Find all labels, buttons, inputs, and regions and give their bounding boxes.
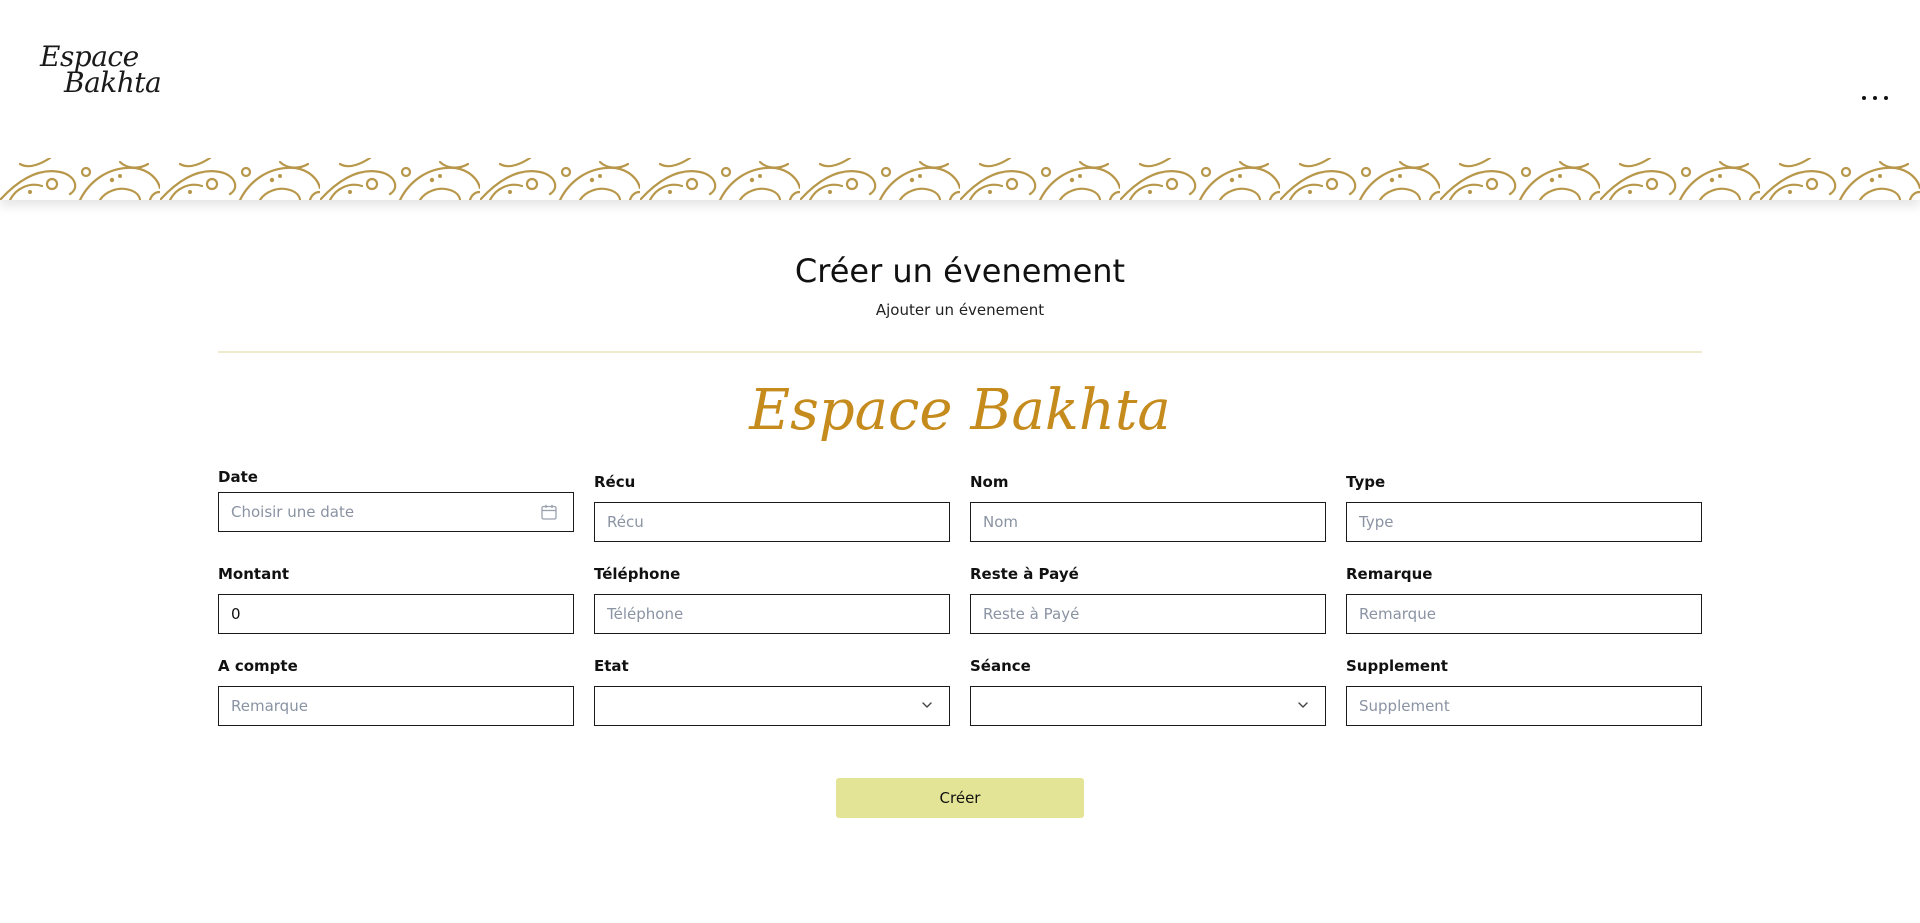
acompte-label: A compte <box>218 657 298 675</box>
telephone-label: Téléphone <box>594 565 681 583</box>
more-horizontal-icon[interactable] <box>1858 88 1892 106</box>
reste-input[interactable] <box>970 594 1326 634</box>
montant-label: Montant <box>218 565 290 583</box>
nom-label: Nom <box>970 473 1009 491</box>
create-button[interactable]: Créer <box>836 778 1084 818</box>
reste-label: Reste à Payé <box>970 565 1079 583</box>
calendar-icon[interactable] <box>540 503 558 521</box>
date-input[interactable] <box>218 492 574 532</box>
ornament-banner <box>0 158 1920 200</box>
type-input[interactable] <box>1346 502 1702 542</box>
supplement-label: Supplement <box>1346 657 1448 675</box>
remarque-input[interactable] <box>1346 594 1702 634</box>
chevron-down-icon <box>922 702 932 708</box>
supplement-input[interactable] <box>1346 686 1702 726</box>
seance-select[interactable] <box>970 686 1326 726</box>
logo[interactable]: Espace Bakhta <box>22 40 167 102</box>
logo-line-2: Bakhta <box>64 66 162 99</box>
seance-label: Séance <box>970 657 1031 675</box>
recu-input[interactable] <box>594 502 950 542</box>
brand-title: Espace Bakhta <box>749 378 1171 443</box>
remarque-label: Remarque <box>1346 565 1433 583</box>
site-header: Espace Bakhta <box>0 0 1920 200</box>
telephone-input[interactable] <box>594 594 950 634</box>
date-label: Date <box>218 468 258 486</box>
page-title: Créer un évenement <box>794 252 1126 290</box>
type-label: Type <box>1346 473 1386 491</box>
acompte-input[interactable] <box>218 686 574 726</box>
page-subtitle: Ajouter un évenement <box>875 301 1045 319</box>
etat-label: Etat <box>594 657 629 675</box>
montant-input[interactable] <box>218 594 574 634</box>
recu-label: Récu <box>594 473 636 491</box>
nom-input[interactable] <box>970 502 1326 542</box>
chevron-down-icon <box>1298 702 1308 708</box>
divider <box>218 351 1702 353</box>
etat-select[interactable] <box>594 686 950 726</box>
